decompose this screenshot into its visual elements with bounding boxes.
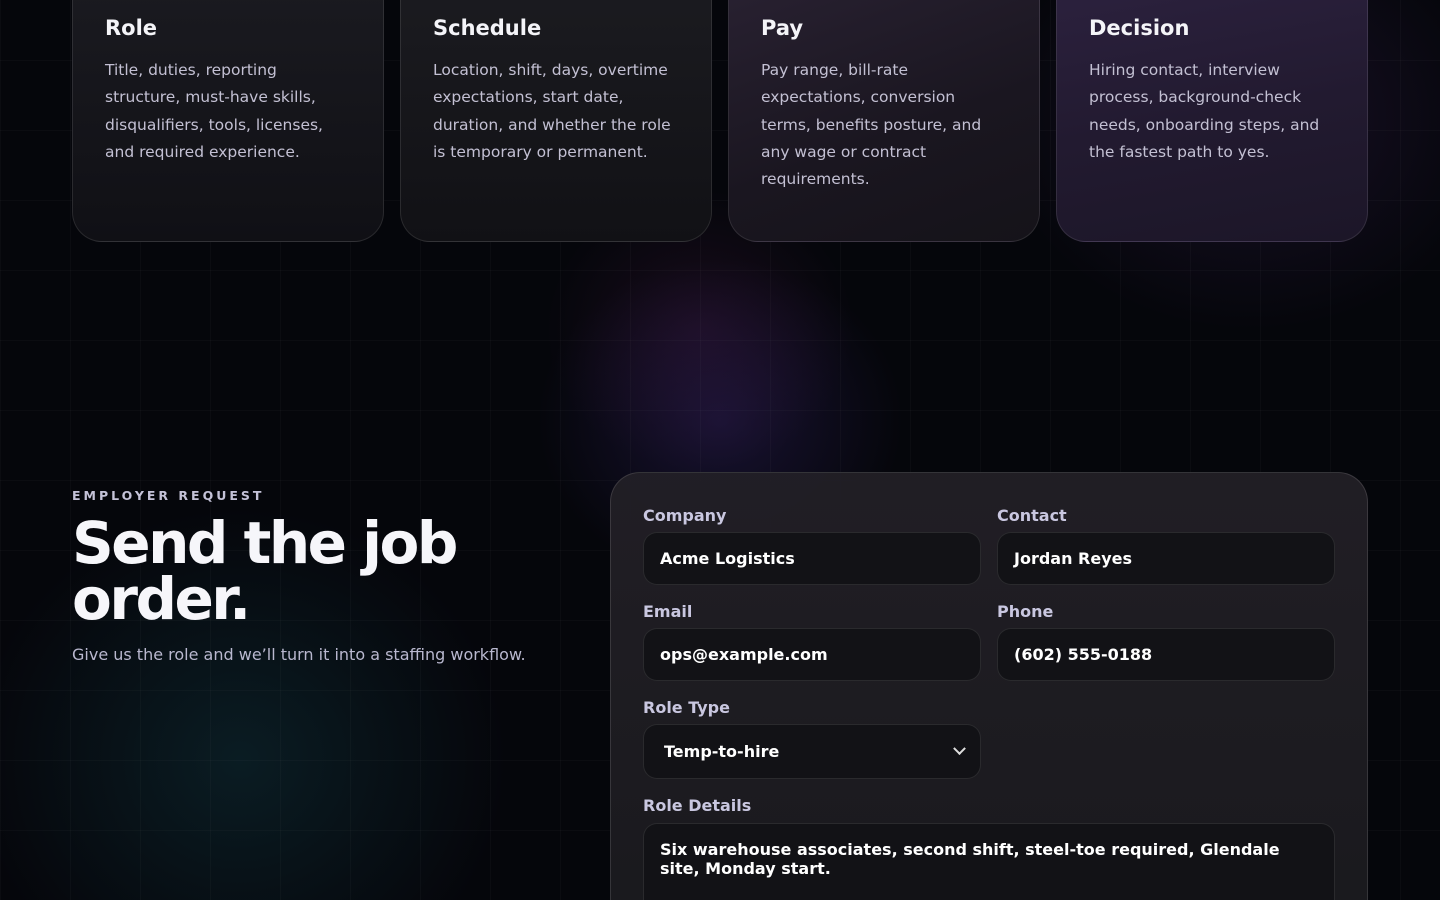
role-type-value: Temp-to-hire xyxy=(664,742,780,761)
step-title: Schedule xyxy=(433,16,542,40)
phone-label: Phone xyxy=(997,602,1054,621)
step-card-decision: Decision Hiring contact, interview proce… xyxy=(1056,0,1368,242)
company-label: Company xyxy=(643,506,727,525)
step-description: Title, duties, reporting structure, must… xyxy=(105,61,323,161)
step-description: Pay range, bill-rate expectations, conve… xyxy=(761,61,982,189)
role-type-select[interactable]: Temp-to-hire xyxy=(643,724,981,779)
page-background: Role Title, duties, reporting structure,… xyxy=(0,0,1440,900)
email-field[interactable]: ops@example.com xyxy=(643,628,981,681)
role-details-textarea[interactable]: Six warehouse associates, second shift, … xyxy=(643,823,1335,900)
contact-field[interactable]: Jordan Reyes xyxy=(997,532,1335,585)
email-label: Email xyxy=(643,602,693,621)
section-eyebrow: EMPLOYER REQUEST xyxy=(72,488,265,503)
step-title: Decision xyxy=(1089,16,1190,40)
section-subtitle: Give us the role and we’ll turn it into … xyxy=(72,645,526,664)
section-headline: Send the job order. xyxy=(72,509,458,633)
chevron-down-icon xyxy=(953,742,966,756)
contact-label: Contact xyxy=(997,506,1067,525)
company-field[interactable]: Acme Logistics xyxy=(643,532,981,585)
step-card-pay: Pay Pay range, bill-rate expectations, c… xyxy=(728,0,1040,242)
role-type-label: Role Type xyxy=(643,698,730,717)
steps-cards: Role Title, duties, reporting structure,… xyxy=(72,0,1368,242)
step-description: Location, shift, days, overtime expectat… xyxy=(433,61,671,161)
role-details-label: Role Details xyxy=(643,796,752,815)
step-card-schedule: Schedule Location, shift, days, overtime… xyxy=(400,0,712,242)
step-title: Role xyxy=(105,16,158,40)
step-title: Pay xyxy=(761,16,804,40)
step-card-role: Role Title, duties, reporting structure,… xyxy=(72,0,384,242)
job-order-form: Company Acme Logistics Contact Jordan Re… xyxy=(610,472,1368,900)
phone-field[interactable]: (602) 555-0188 xyxy=(997,628,1335,681)
step-description: Hiring contact, interview process, backg… xyxy=(1089,61,1320,161)
